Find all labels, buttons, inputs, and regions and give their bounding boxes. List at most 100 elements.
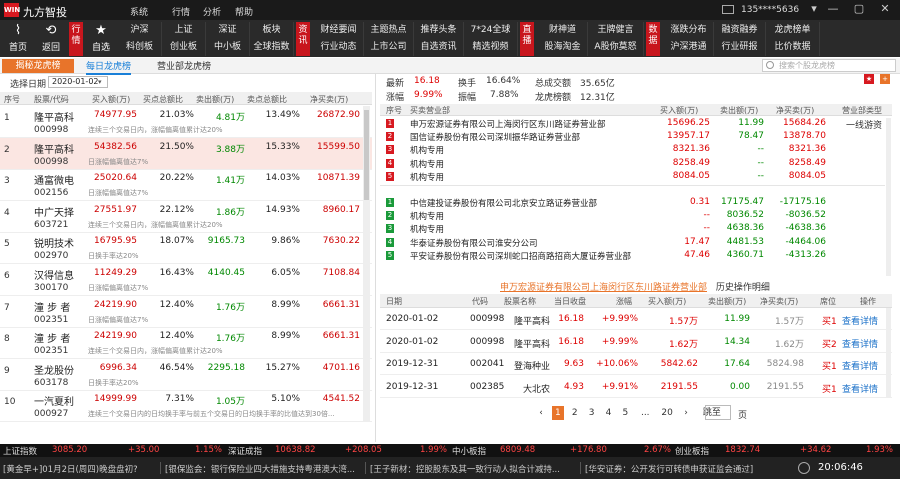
index-gem-name[interactable]: 创业板指 [675, 445, 709, 457]
news-global[interactable]: 7*24全球 [464, 22, 518, 39]
view-details-link[interactable]: 查看详情 [842, 382, 878, 395]
news-listed[interactable]: 上市公司 [364, 39, 414, 56]
table-row[interactable]: 9 圣龙股份 603178 日换手率达20% 6996.34 46.54% 2295.18 1… [0, 359, 372, 391]
market-sector[interactable]: 板块 [250, 22, 294, 39]
index-sz-name[interactable]: 深证成指 [228, 445, 262, 457]
market-shsz[interactable]: 沪深 [118, 22, 162, 39]
branch-row[interactable]: 1 申万宏源证券有限公司上海闵行区东川路证券营业部 15696.25 11.99 156… [380, 117, 892, 131]
branch-row[interactable]: 3 机构专用 -- 4638.36 -4638.36 [380, 222, 892, 235]
stock-name[interactable]: 隆平高科 [34, 141, 74, 156]
news-item-3[interactable]: [王子新材：控股股东及其一致行动人拟合计减持... [370, 463, 560, 475]
page-3[interactable]: 3 [586, 406, 598, 420]
data-research[interactable]: 行业研报 [714, 39, 766, 56]
branch-row[interactable]: 4 机构专用 8258.49 -- 8258.49 [380, 157, 892, 170]
table-row[interactable]: 10 一汽夏利 000927 连续三个交易日内的日均换手率与前五个交易日的日均换手率的… [0, 390, 372, 423]
menu-market[interactable]: 行情 [172, 5, 190, 18]
branch-name[interactable]: 国信证券股份有限公司深圳振华路证券营业部 [410, 131, 580, 143]
market-sh[interactable]: 上证 [162, 22, 206, 39]
tab-branch-dragon[interactable]: 营业部龙虎榜 [157, 59, 211, 72]
branch-row[interactable]: 2 机构专用 -- 8036.52 -8036.52 [380, 209, 892, 222]
branch-scrollbar[interactable] [886, 118, 891, 276]
home-button[interactable]: ⌇ 首页 [5, 24, 31, 54]
page-1[interactable]: 1 [551, 406, 564, 420]
news-watch[interactable]: 自选资讯 [414, 39, 464, 56]
branch-name[interactable]: 申万宏源证券有限公司上海闵行区东川路证券营业部 [410, 118, 606, 130]
stock-name[interactable]: 锐明技术 [34, 235, 74, 250]
account-label[interactable]: 135****5636 [741, 5, 799, 15]
history-stock[interactable]: 隆平高科 [506, 337, 550, 350]
data-distribution[interactable]: 涨跌分布 [664, 22, 714, 39]
branch-name[interactable]: 中信建投证券股份有限公司北京安立路证券营业部 [410, 197, 597, 209]
next-page-icon[interactable]: › [680, 406, 692, 420]
table-row[interactable]: 8 潼 步 者 002351 连续三个交易日内，涨幅偏离值累计达20% 24219.90… [0, 327, 372, 360]
stock-name[interactable]: 潼 步 者 [34, 299, 70, 314]
table-row[interactable]: 2 隆平高科 000998 日涨幅偏离值达7% 54382.56 21.50% 3.88万 1… [0, 137, 372, 170]
branch-name[interactable]: 机构专用 [410, 144, 444, 156]
view-details-link[interactable]: 查看详情 [842, 359, 878, 372]
page-5[interactable]: 5 [619, 406, 631, 420]
market-sme[interactable]: 中小板 [206, 39, 250, 56]
branch-name[interactable]: 机构专用 [410, 171, 444, 183]
history-row[interactable]: 2019-12-31 002041 登海种业 9.63 +10.06% 5842.62 17… [380, 353, 892, 375]
stock-name[interactable]: 中广天择 [34, 204, 74, 219]
skin-icon[interactable]: ▾ [807, 2, 821, 16]
view-details-link[interactable]: 查看详情 [842, 314, 878, 327]
branch-row[interactable]: 2 国信证券股份有限公司深圳振华路证券营业部 13957.17 78.47 13878.… [380, 130, 892, 143]
history-scrollbar[interactable] [886, 308, 891, 398]
history-stock[interactable]: 大北农 [506, 382, 550, 395]
history-stock[interactable]: 隆平高科 [506, 314, 550, 327]
table-row[interactable]: 1 隆平高科 000998 连续三个交易日内，涨幅偏离值累计达20% 74977.95 2… [0, 106, 372, 138]
market-sz[interactable]: 深证 [206, 22, 250, 39]
branch-name[interactable]: 华泰证券股份有限公司淮安分公司 [410, 237, 538, 249]
minimize-icon[interactable]: — [826, 2, 840, 16]
news-headlines[interactable]: 推荐头条 [414, 22, 464, 39]
data-dragon[interactable]: 龙虎榜单 [766, 22, 820, 39]
close-icon[interactable]: ✕ [878, 2, 892, 16]
data-connect[interactable]: 沪深港通 [664, 39, 714, 56]
index-sme-name[interactable]: 中小板指 [452, 445, 486, 457]
branch-row[interactable]: 1 中信建投证券股份有限公司北京安立路证券营业部 0.31 17175.47 -1717… [380, 196, 892, 209]
market-gem[interactable]: 创业板 [162, 39, 206, 56]
page-4[interactable]: 4 [603, 406, 615, 420]
message-icon[interactable] [722, 5, 734, 14]
stock-name[interactable]: 一汽夏利 [34, 393, 74, 408]
table-row[interactable]: 7 潼 步 者 002351 日涨幅偏离值达7% 24219.90 12.40% 1.76万… [0, 296, 372, 328]
favorite-icon[interactable]: ★ [864, 74, 874, 84]
table-row[interactable]: 6 汉得信息 300170 日涨幅偏离值达7% 11249.29 16.43% 4140.4… [0, 264, 372, 296]
maximize-icon[interactable]: ▢ [852, 2, 866, 16]
left-scrollbar-thumb[interactable] [364, 110, 369, 200]
live-guhai[interactable]: 股海淘金 [538, 39, 588, 56]
history-row[interactable]: 2020-01-02 000998 隆平高科 16.18 +9.99% 1.62万 14.3… [380, 331, 892, 353]
branch-row[interactable]: 5 平安证券股份有限公司深圳蛇口招商路招商大厦证券营业部 47.46 4360.71 -… [380, 249, 892, 262]
branch-name[interactable]: 平安证券股份有限公司深圳蛇口招商路招商大厦证券营业部 [410, 250, 631, 262]
tab-daily-dragon[interactable]: 每日龙虎榜 [86, 59, 132, 75]
news-item-2[interactable]: [银保监会：银行保险业四大措施支持粤港澳大湾... [165, 463, 355, 475]
stock-name[interactable]: 汉得信息 [34, 267, 74, 282]
branch-name[interactable]: 机构专用 [410, 223, 444, 235]
branch-name[interactable]: 机构专用 [410, 158, 444, 170]
prev-page-icon[interactable]: ‹ [535, 406, 547, 420]
history-branch-link[interactable]: 申万宏源证券有限公司上海闵行区东川路证券营业部 [500, 283, 707, 293]
page-input[interactable] [705, 405, 731, 420]
live-caishen[interactable]: 财神道 [538, 22, 588, 39]
menu-analysis[interactable]: 分析 [203, 5, 221, 18]
history-row[interactable]: 2019-12-31 002385 大北农 4.93 +9.91% 2191.55 0.00… [380, 376, 892, 398]
watchlist-button[interactable]: ★ 自选 [88, 24, 114, 54]
table-row[interactable]: 4 中广天择 603721 连续三个交易日内，涨幅偏离值累计达20% 27551.97 2… [0, 201, 372, 233]
news-item-4[interactable]: [华安证券：公开发行可转债申获证监会通过] [585, 463, 753, 475]
branch-row[interactable]: 3 机构专用 8321.36 -- 8321.36 [380, 143, 892, 156]
search-input[interactable]: 搜索个股龙虎榜 [762, 59, 896, 72]
add-icon[interactable]: + [880, 74, 890, 84]
data-margin[interactable]: 融资融券 [714, 22, 766, 39]
reveal-dragon-button[interactable]: 揭秘龙虎榜 [2, 59, 74, 73]
history-row[interactable]: 2020-01-02 000998 隆平高科 16.18 +9.99% 1.57万 11.9… [380, 308, 892, 330]
stock-name[interactable]: 隆平高科 [34, 109, 74, 124]
market-global[interactable]: 全球指数 [250, 39, 294, 56]
news-item-1[interactable]: [黄金早+]01月2日(周四)晚盘盘初? [3, 463, 138, 475]
stock-name[interactable]: 潼 步 者 [34, 330, 70, 345]
market-star[interactable]: 科创板 [118, 39, 162, 56]
chevron-down-icon[interactable]: ▾ [98, 78, 102, 86]
table-row[interactable]: 5 锐明技术 002970 日换手率达20% 16795.95 18.07% 9165.73… [0, 232, 372, 265]
live-wangpai[interactable]: 王牌健言 [588, 22, 644, 39]
branch-row[interactable]: 4 华泰证券股份有限公司淮安分公司 17.47 4481.53 -4464.06 [380, 236, 892, 249]
